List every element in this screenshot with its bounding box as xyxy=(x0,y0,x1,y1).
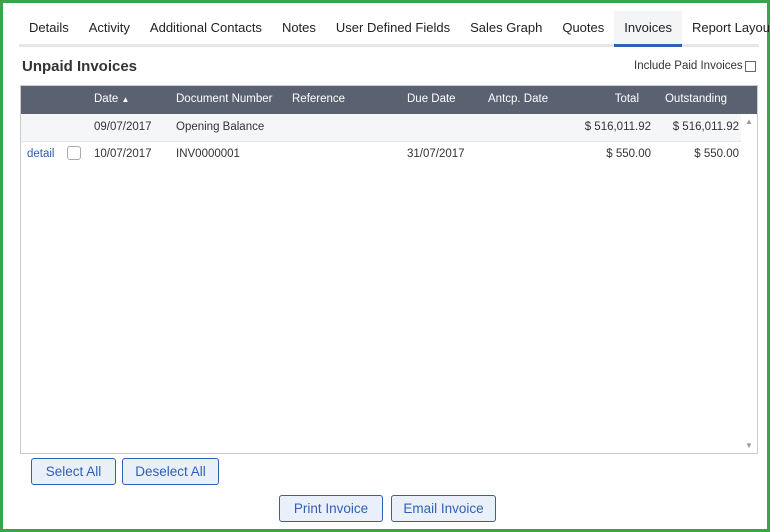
vertical-scrollbar[interactable]: ▲ ▼ xyxy=(742,114,757,453)
opening-balance-outstanding: $ 516,011.92 xyxy=(672,121,739,133)
tab-report-layouts[interactable]: Report Layouts xyxy=(682,11,770,44)
tab-details[interactable]: Details xyxy=(19,11,79,44)
tab-invoices[interactable]: Invoices xyxy=(614,11,682,47)
column-header-document-number[interactable]: Document Number xyxy=(176,93,273,105)
opening-balance-label: Opening Balance xyxy=(176,121,265,133)
deselect-all-button[interactable]: Deselect All xyxy=(122,458,219,485)
column-header-outstanding[interactable]: Outstanding xyxy=(665,93,727,105)
tab-notes[interactable]: Notes xyxy=(272,11,326,44)
select-all-button[interactable]: Select All xyxy=(31,458,116,485)
tab-activity[interactable]: Activity xyxy=(79,11,140,44)
row-date: 10/07/2017 xyxy=(94,148,152,160)
tab-sales-graph[interactable]: Sales Graph xyxy=(460,11,552,44)
print-invoice-button[interactable]: Print Invoice xyxy=(279,495,383,522)
section-title: Unpaid Invoices xyxy=(22,58,138,75)
include-paid-checkbox[interactable] xyxy=(745,61,756,72)
scroll-down-icon[interactable]: ▼ xyxy=(745,441,753,450)
tab-bar: Details Activity Additional Contacts Not… xyxy=(19,11,770,47)
row-outstanding: $ 550.00 xyxy=(694,148,739,160)
row-document-number: INV0000001 xyxy=(176,148,240,160)
detail-link[interactable]: detail xyxy=(27,148,55,160)
column-header-total[interactable]: Total xyxy=(615,93,639,105)
tab-additional-contacts[interactable]: Additional Contacts xyxy=(140,11,272,44)
row-select-checkbox[interactable] xyxy=(67,146,81,160)
email-invoice-button[interactable]: Email Invoice xyxy=(391,495,496,522)
column-header-date[interactable]: Date ▲ xyxy=(94,93,129,105)
sort-ascending-icon: ▲ xyxy=(121,95,130,104)
row-total: $ 550.00 xyxy=(606,148,651,160)
table-row: detail 10/07/2017 INV0000001 31/07/2017 … xyxy=(21,141,741,168)
column-header-antcp-date[interactable]: Antcp. Date xyxy=(488,93,548,105)
scroll-up-icon[interactable]: ▲ xyxy=(745,117,753,126)
tab-user-defined-fields[interactable]: User Defined Fields xyxy=(326,11,460,44)
column-header-due-date[interactable]: Due Date xyxy=(407,93,456,105)
table-header: Date ▲ Document Number Reference Due Dat… xyxy=(21,86,757,114)
include-paid-label: Include Paid Invoices xyxy=(634,60,743,72)
column-header-reference[interactable]: Reference xyxy=(292,93,345,105)
window-frame: Details Activity Additional Contacts Not… xyxy=(0,0,770,532)
row-due-date: 31/07/2017 xyxy=(407,148,465,160)
opening-balance-row: 09/07/2017 Opening Balance $ 516,011.92 … xyxy=(21,114,741,142)
opening-balance-total: $ 516,011.92 xyxy=(584,121,651,133)
invoice-table: Date ▲ Document Number Reference Due Dat… xyxy=(20,85,758,454)
opening-balance-date: 09/07/2017 xyxy=(94,121,152,133)
tab-quotes[interactable]: Quotes xyxy=(552,11,614,44)
